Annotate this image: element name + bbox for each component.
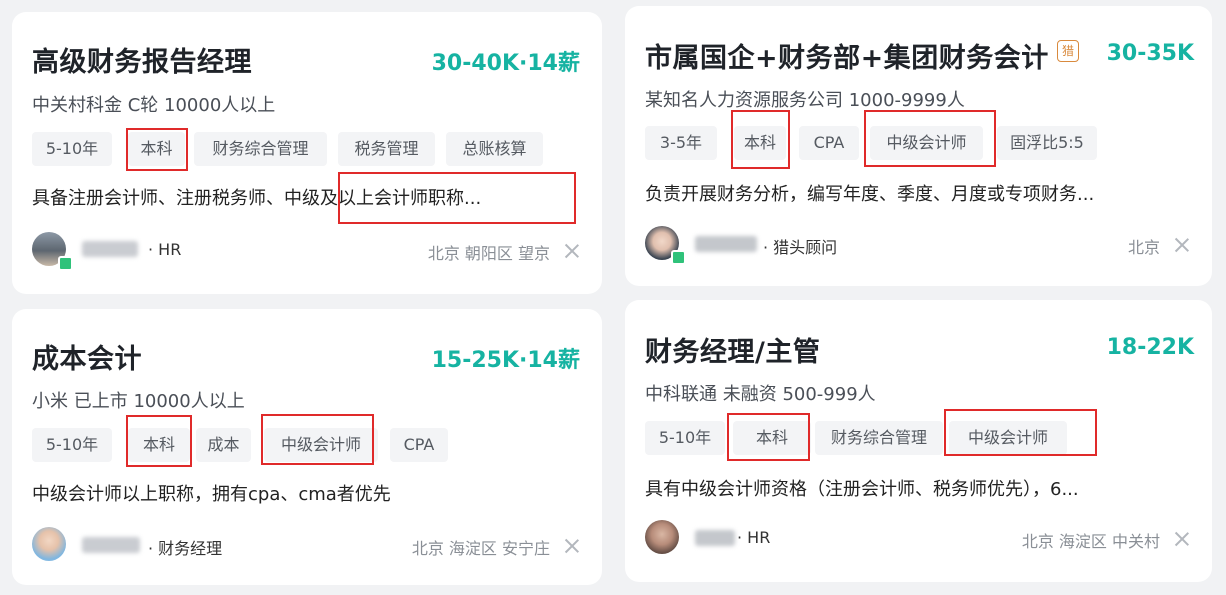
job-card[interactable]: 财务经理/主管 18-22K 中科联通 未融资 500-999人 5-10年 本… (625, 300, 1212, 582)
tag-skill: 中级会计师 (949, 421, 1067, 455)
company-info[interactable]: 小米 已上市 10000人以上 (32, 387, 245, 413)
recruiter-name (82, 241, 138, 257)
tag-skill: CPA (390, 428, 448, 462)
tag-experience: 5-10年 (645, 421, 725, 455)
tag-education: 本科 (128, 428, 190, 462)
job-location: 北京 海淀区 中关村 (1021, 532, 1160, 551)
tag-skill: 税务管理 (338, 132, 435, 166)
tag-experience: 3-5年 (645, 126, 717, 160)
tag-skill: 财务综合管理 (815, 421, 943, 455)
recruiter-role: · 财务经理 (148, 539, 223, 558)
recruiter-avatar[interactable] (32, 527, 66, 561)
salary: 18-22K (1106, 335, 1194, 360)
tag-experience: 5-10年 (32, 132, 112, 166)
job-description: 具有中级会计师资格（注册会计师、税务师优先），6... (645, 479, 1079, 500)
job-location: 北京 海淀区 安宁庄 (411, 539, 550, 558)
tag-experience: 5-10年 (32, 428, 112, 462)
job-description: 具备注册会计师、注册税务师、中级及以上会计师职称... (32, 188, 482, 209)
recruiter-role: · 猎头顾问 (763, 238, 838, 257)
job-card[interactable]: 市属国企+财务部+集团财务会计 猎 30-35K 某知名人力资源服务公司 100… (625, 6, 1212, 286)
headhunter-badge: 猎 (1057, 40, 1079, 62)
recruiter-avatar[interactable] (645, 520, 679, 554)
close-icon[interactable] (564, 538, 580, 554)
close-icon[interactable] (564, 243, 580, 259)
job-card[interactable]: 高级财务报告经理 30-40K·14薪 中关村科金 C轮 10000人以上 5-… (12, 12, 602, 294)
tag-education: 本科 (128, 132, 185, 166)
company-info[interactable]: 某知名人力资源服务公司 1000-9999人 (645, 86, 965, 112)
tag-skill: 固浮比5:5 (997, 126, 1097, 160)
tag-skill: 成本 (196, 428, 251, 462)
job-title[interactable]: 财务经理/主管 (645, 330, 820, 369)
company-info[interactable]: 中关村科金 C轮 10000人以上 (32, 91, 275, 117)
job-title[interactable]: 高级财务报告经理 (32, 40, 252, 79)
close-icon[interactable] (1174, 237, 1190, 253)
company-info[interactable]: 中科联通 未融资 500-999人 (645, 380, 876, 406)
job-title[interactable]: 市属国企+财务部+集团财务会计 (645, 36, 1049, 75)
recruiter-name (695, 530, 735, 546)
tag-skill: 财务综合管理 (194, 132, 327, 166)
tag-skill: CPA (799, 126, 859, 160)
tag-skill: 中级会计师 (870, 126, 983, 160)
salary: 15-25K·14薪 (431, 348, 580, 373)
tag-skill: 总账核算 (446, 132, 543, 166)
online-status-icon (671, 250, 686, 265)
job-location: 北京 (1127, 238, 1160, 257)
recruiter-role: · HR (737, 528, 771, 547)
job-title[interactable]: 成本会计 (32, 337, 142, 376)
salary: 30-35K (1106, 41, 1194, 66)
close-icon[interactable] (1174, 531, 1190, 547)
tag-skill: 中级会计师 (264, 428, 378, 462)
salary: 30-40K·14薪 (431, 51, 580, 76)
tag-education: 本科 (733, 421, 811, 455)
online-status-icon (58, 256, 73, 271)
tag-education: 本科 (734, 126, 786, 160)
job-description: 负责开展财务分析，编写年度、季度、月度或专项财务... (645, 184, 1095, 205)
job-location: 北京 朝阳区 望京 (427, 244, 550, 263)
recruiter-name (82, 537, 140, 553)
job-description: 中级会计师以上职称，拥有cpa、cma者优先 (32, 484, 391, 505)
job-card[interactable]: 成本会计 15-25K·14薪 小米 已上市 10000人以上 5-10年 本科… (12, 309, 602, 585)
recruiter-role: · HR (148, 240, 182, 259)
recruiter-name (695, 236, 757, 252)
